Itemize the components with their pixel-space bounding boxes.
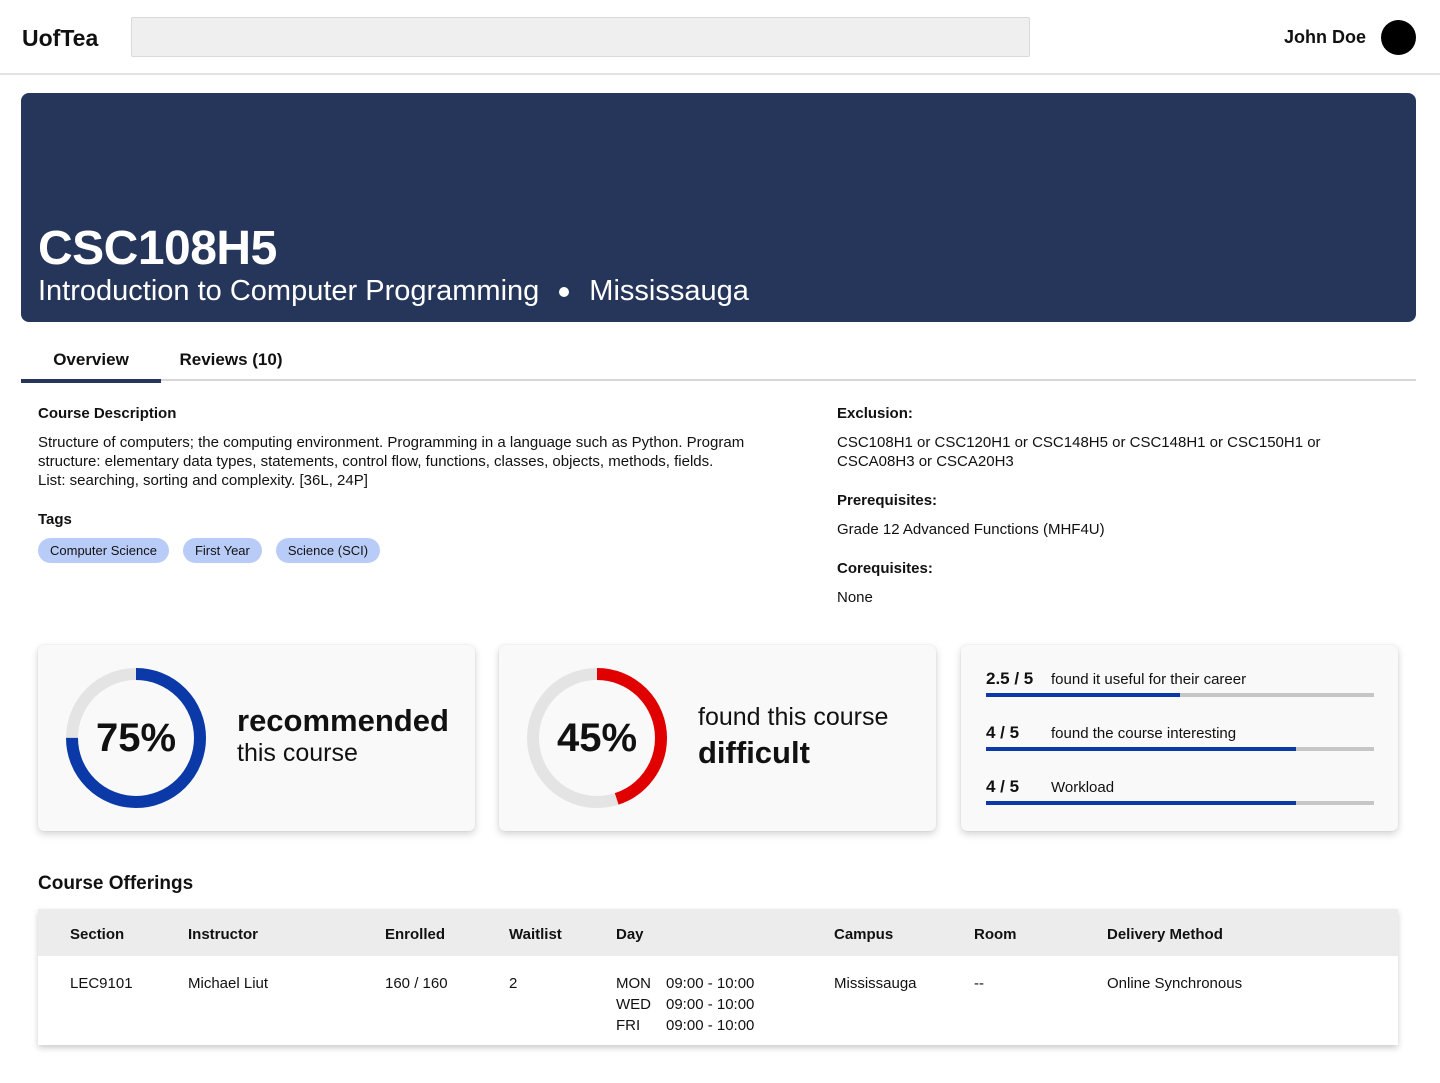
recommended-heading: recommended <box>237 703 449 738</box>
metric-bar-track <box>986 801 1374 805</box>
cell-waitlist: 2 <box>509 975 518 992</box>
day-time: 09:00 - 10:00 <box>666 1017 755 1034</box>
description-line: List: searching, sorting and complexity.… <box>38 472 368 489</box>
exclusion-line: CSC108H1 or CSC120H1 or CSC148H5 or CSC1… <box>837 434 1321 451</box>
exclusion-text: CSC108H1 or CSC120H1 or CSC148H5 or CSC1… <box>837 433 1321 471</box>
tags-label: Tags <box>38 511 72 528</box>
day-name: FRI <box>616 1017 641 1034</box>
cell-section: LEC9101 <box>70 975 133 992</box>
corequisites-label: Corequisites: <box>837 560 933 577</box>
column-header-delivery: Delivery Method <box>1107 926 1223 943</box>
metric-score: 4 / 5 <box>986 723 1020 742</box>
cell-enrolled: 160 / 160 <box>385 975 448 992</box>
metric-bar-fill <box>986 693 1180 697</box>
description-line: Structure of computers; the computing en… <box>38 434 745 451</box>
user-menu[interactable]: John Doe <box>1284 20 1416 55</box>
metric-label: found the course interesting <box>1051 725 1237 742</box>
table-header: Section Instructor Enrolled Waitlist Day… <box>38 909 1398 956</box>
metric-score: 4 / 5 <box>986 777 1020 796</box>
course-campus: Mississauga <box>589 275 749 307</box>
tab-bar: Overview Reviews (10) <box>21 338 1416 383</box>
logo[interactable]: UofTea <box>22 25 98 52</box>
cell-room: -- <box>974 975 984 992</box>
course-banner: CSC108H5 Introduction to Computer Progra… <box>21 93 1416 322</box>
column-header-instructor: Instructor <box>188 926 259 943</box>
description-line: structure: elementary data types, statem… <box>38 453 714 470</box>
search-input[interactable] <box>131 17 1030 57</box>
tab-reviews[interactable]: Reviews (10) <box>161 338 301 381</box>
metric-score: 2.5 / 5 <box>986 669 1034 688</box>
user-name[interactable]: John Doe <box>1284 27 1366 48</box>
column-header-enrolled: Enrolled <box>385 926 446 943</box>
description-text: Structure of computers; the computing en… <box>38 433 744 490</box>
description-label: Course Description <box>38 405 177 422</box>
day-row: FRI 09:00 - 10:00 <box>616 1015 754 1036</box>
cell-delivery: Online Synchronous <box>1107 975 1243 992</box>
course-title: Introduction to Computer Programming <box>38 275 540 307</box>
tag-science[interactable]: Science (SCI) <box>275 538 381 563</box>
avatar[interactable] <box>1381 20 1416 55</box>
day-name: MON <box>616 975 651 992</box>
day-name: WED <box>616 996 651 1013</box>
offerings-table: Section Instructor Enrolled Waitlist Day… <box>38 909 1398 1045</box>
prerequisites-label: Prerequisites: <box>837 492 938 509</box>
column-header-room: Room <box>974 926 1017 943</box>
exclusion-line: CSCA08H3 or CSCA20H3 <box>837 453 1014 470</box>
recommended-card: 75% recommended this course <box>38 645 475 831</box>
column-header-section: Section <box>70 926 125 943</box>
metric-bar-fill <box>986 801 1297 805</box>
metric-interesting: 4 / 5 found the course interesting <box>986 723 1374 763</box>
metric-bar-track <box>986 693 1374 697</box>
prerequisites-text: Grade 12 Advanced Functions (MHF4U) <box>837 521 1105 538</box>
cell-instructor: Michael Liut <box>188 975 269 992</box>
day-row: WED 09:00 - 10:00 <box>616 994 754 1015</box>
metric-career: 2.5 / 5 found it useful for their career <box>986 669 1374 709</box>
metric-label: found it useful for their career <box>1051 671 1247 688</box>
difficulty-card: 45% found this course difficult <box>499 645 936 831</box>
offerings-title: Course Offerings <box>38 873 194 894</box>
bullet-separator <box>559 286 570 297</box>
recommended-percent: 75% <box>95 715 177 760</box>
day-row: MON 09:00 - 10:00 <box>616 973 754 994</box>
tag-computer-science[interactable]: Computer Science <box>38 538 169 563</box>
day-time: 09:00 - 10:00 <box>666 975 755 992</box>
metric-bar-fill <box>986 747 1297 751</box>
metric-bar-track <box>986 747 1374 751</box>
metric-label: Workload <box>1051 779 1115 796</box>
top-bar: UofTea John Doe <box>0 0 1440 75</box>
difficulty-subtext: found this course <box>698 703 889 731</box>
difficulty-percent: 45% <box>556 715 638 760</box>
recommended-subtext: this course <box>237 739 358 767</box>
metric-workload: 4 / 5 Workload <box>986 777 1374 817</box>
column-header-campus: Campus <box>834 926 894 943</box>
tab-overview[interactable]: Overview <box>21 338 161 383</box>
course-subtitle: Introduction to Computer Programming Mis… <box>38 275 749 308</box>
ratings-card: 2.5 / 5 found it useful for their career… <box>961 645 1398 831</box>
course-code: CSC108H5 <box>38 222 277 275</box>
column-header-waitlist: Waitlist <box>509 926 562 943</box>
difficulty-heading: difficult <box>698 735 810 770</box>
column-header-day: Day <box>616 926 644 943</box>
cell-campus: Mississauga <box>834 975 917 992</box>
tag-list: Computer Science First Year Science (SCI… <box>38 538 381 563</box>
exclusion-label: Exclusion: <box>837 405 913 422</box>
cell-days: MON 09:00 - 10:00 WED 09:00 - 10:00 FRI … <box>616 973 754 1036</box>
day-time: 09:00 - 10:00 <box>666 996 755 1013</box>
tag-first-year[interactable]: First Year <box>182 538 262 563</box>
corequisites-text: None <box>837 589 873 606</box>
